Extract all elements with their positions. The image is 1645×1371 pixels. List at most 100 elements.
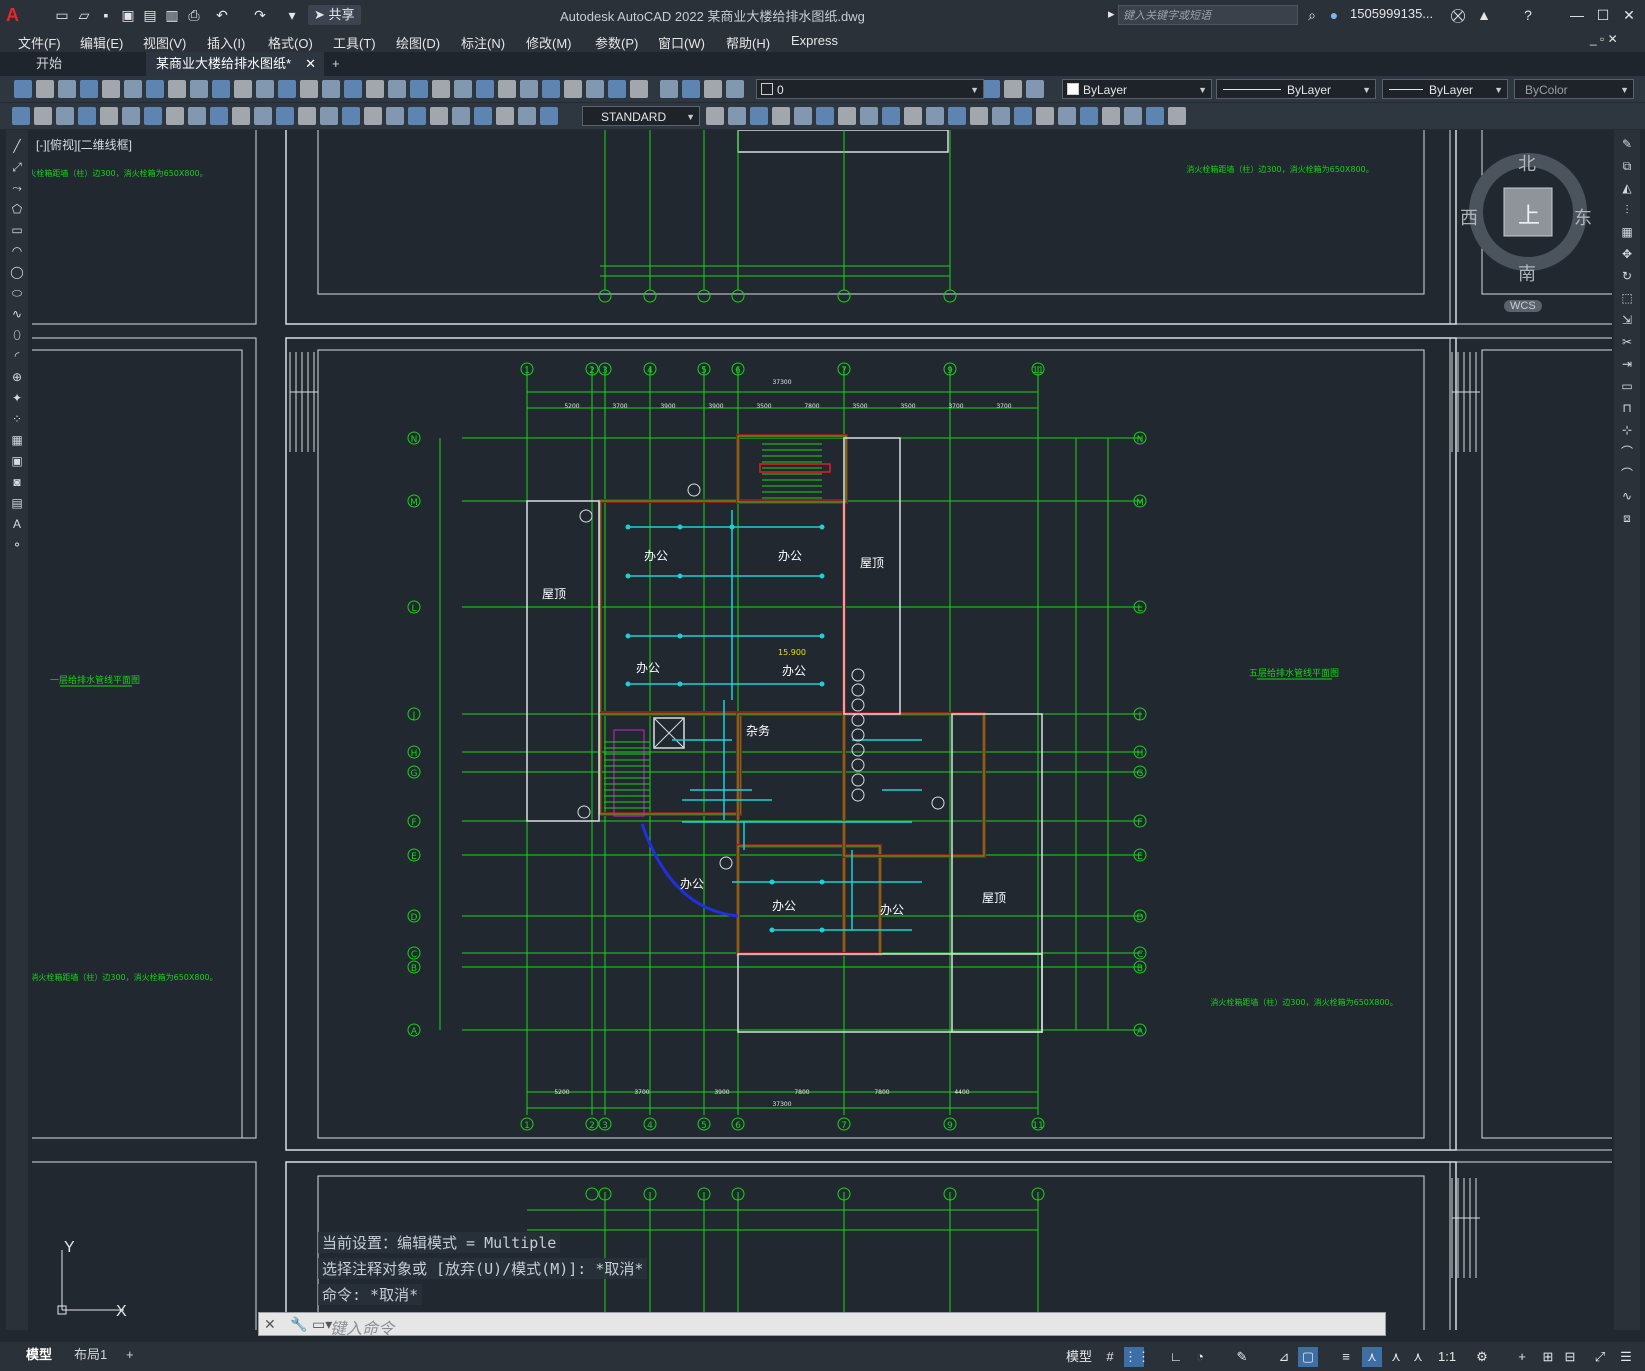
dimension-tool-icon[interactable] bbox=[816, 107, 834, 125]
help-icon[interactable]: ? bbox=[1518, 5, 1538, 25]
command-line[interactable] bbox=[258, 1312, 1386, 1336]
dimension-tool-icon[interactable] bbox=[474, 107, 492, 125]
menu-file[interactable]: 文件(F) bbox=[18, 33, 61, 52]
dimension-tool-icon[interactable] bbox=[992, 107, 1010, 125]
modify-tool-icon[interactable]: ⊓ bbox=[1619, 400, 1635, 416]
modify-tool-icon[interactable]: ⇲ bbox=[1619, 312, 1635, 328]
standard-tool-icon[interactable] bbox=[300, 80, 318, 98]
dimension-tool-icon[interactable] bbox=[1058, 107, 1076, 125]
color-dropdown[interactable]: ByLayer ▼ bbox=[1062, 79, 1212, 99]
modify-tool-icon[interactable]: ✂ bbox=[1619, 334, 1635, 350]
standard-tool-icon[interactable] bbox=[124, 80, 142, 98]
new-file-icon[interactable]: ▭ bbox=[52, 5, 72, 25]
units-icon[interactable]: ⊞ bbox=[1538, 1347, 1558, 1367]
modify-tool-icon[interactable]: ⌒ bbox=[1619, 444, 1635, 460]
standard-tool-icon[interactable] bbox=[454, 80, 472, 98]
modify-tool-icon[interactable]: ⊹ bbox=[1619, 422, 1635, 438]
tab-layout1[interactable]: 布局1 bbox=[66, 1344, 115, 1366]
clean-screen-icon[interactable]: ⤢ bbox=[1590, 1347, 1610, 1367]
draw-tool-icon[interactable]: ⚬ bbox=[9, 537, 25, 553]
standard-tool-icon[interactable] bbox=[234, 80, 252, 98]
standard-tool-icon[interactable] bbox=[146, 80, 164, 98]
dimension-tool-icon[interactable] bbox=[188, 107, 206, 125]
draw-tool-icon[interactable]: ⤳ bbox=[9, 180, 25, 196]
draw-tool-icon[interactable]: ∿ bbox=[9, 306, 25, 322]
drawing-canvas[interactable]: 1 1 2 2 3 3 4 4 5 5 6 6 7 7 9 9 11 11 N N M M L L J J H H G G F F E E D D C C… bbox=[32, 130, 1612, 1330]
modify-tool-icon[interactable]: ✎ bbox=[1619, 136, 1635, 152]
standard-tool-icon[interactable] bbox=[660, 80, 678, 98]
viewcube[interactable]: 北 南 东 西 上 WCS bbox=[1460, 150, 1592, 312]
draw-tool-icon[interactable]: A bbox=[9, 516, 25, 532]
standard-tool-icon[interactable] bbox=[564, 80, 582, 98]
dimension-tool-icon[interactable] bbox=[408, 107, 426, 125]
layer-dropdown[interactable]: 0 ▼ bbox=[756, 79, 984, 99]
viewport-controls[interactable]: [-][俯视][二维线框] bbox=[36, 136, 132, 153]
dimension-tool-icon[interactable] bbox=[12, 107, 30, 125]
annotation-scale-icon[interactable]: ⋏ bbox=[1408, 1347, 1428, 1367]
standard-tool-icon[interactable] bbox=[432, 80, 450, 98]
workspace-gear-icon[interactable]: ⚙ bbox=[1472, 1347, 1492, 1367]
standard-tool-icon[interactable] bbox=[212, 80, 230, 98]
standard-tool-icon[interactable] bbox=[14, 80, 32, 98]
dimension-tool-icon[interactable] bbox=[34, 107, 52, 125]
dimension-tool-icon[interactable] bbox=[232, 107, 250, 125]
a360-icon[interactable]: ▲ bbox=[1474, 5, 1494, 25]
dimension-tool-icon[interactable] bbox=[496, 107, 514, 125]
menu-help[interactable]: 帮助(H) bbox=[726, 33, 770, 52]
dimension-tool-icon[interactable] bbox=[926, 107, 944, 125]
dimension-tool-icon[interactable] bbox=[452, 107, 470, 125]
wcs-menu[interactable]: WCS bbox=[1504, 300, 1542, 312]
modify-tool-icon[interactable]: ⧉ bbox=[1619, 158, 1635, 174]
dimension-tool-icon[interactable] bbox=[1080, 107, 1098, 125]
standard-tool-icon[interactable] bbox=[344, 80, 362, 98]
modify-tool-icon[interactable]: ◭ bbox=[1619, 180, 1635, 196]
draw-tool-icon[interactable]: ⊕ bbox=[9, 369, 25, 385]
dimension-tool-icon[interactable] bbox=[122, 107, 140, 125]
standard-tool-icon[interactable] bbox=[704, 80, 722, 98]
annotation-visibility-icon[interactable]: ⋏ bbox=[1362, 1347, 1382, 1367]
modify-tool-icon[interactable]: ▭ bbox=[1619, 378, 1635, 394]
dimension-tool-icon[interactable] bbox=[210, 107, 228, 125]
standard-tool-icon[interactable] bbox=[58, 80, 76, 98]
standard-tool-icon[interactable] bbox=[36, 80, 54, 98]
command-customize-icon[interactable]: 🔧 bbox=[290, 1316, 307, 1333]
menu-window[interactable]: 窗口(W) bbox=[658, 33, 705, 52]
draw-tool-icon[interactable]: ⤢ bbox=[9, 159, 25, 175]
menu-modify[interactable]: 修改(M) bbox=[526, 33, 572, 52]
redo-icon[interactable]: ↷ bbox=[250, 5, 270, 25]
search-icon[interactable]: ⌕ bbox=[1302, 5, 1322, 25]
dimension-tool-icon[interactable] bbox=[320, 107, 338, 125]
standard-tool-icon[interactable] bbox=[256, 80, 274, 98]
user-icon[interactable]: ● bbox=[1324, 5, 1344, 25]
tab-start[interactable]: 开始 bbox=[26, 52, 72, 76]
draw-tool-icon[interactable]: ▣ bbox=[9, 453, 25, 469]
minimize-icon[interactable]: — bbox=[1566, 4, 1588, 26]
dimension-tool-icon[interactable] bbox=[364, 107, 382, 125]
dimension-tool-icon[interactable] bbox=[254, 107, 272, 125]
annotation-monitor-icon[interactable]: + bbox=[1512, 1347, 1532, 1367]
draw-tool-icon[interactable]: ◠ bbox=[9, 243, 25, 259]
modify-tool-icon[interactable]: ⫶ bbox=[1619, 202, 1635, 218]
lineweight-icon[interactable]: ≡ bbox=[1336, 1347, 1356, 1367]
standard-tool-icon[interactable] bbox=[388, 80, 406, 98]
dimension-tool-icon[interactable] bbox=[518, 107, 536, 125]
dimension-tool-icon[interactable] bbox=[750, 107, 768, 125]
linetype-dropdown[interactable]: ByLayer ▼ bbox=[1216, 79, 1376, 99]
draw-tool-icon[interactable]: ◜ bbox=[9, 348, 25, 364]
standard-tool-icon[interactable] bbox=[630, 80, 648, 98]
modify-tool-icon[interactable]: ⧈ bbox=[1619, 510, 1635, 526]
dimension-tool-icon[interactable] bbox=[706, 107, 724, 125]
modify-tool-icon[interactable]: ✥ bbox=[1619, 246, 1635, 262]
draw-tool-icon[interactable]: ╱ bbox=[9, 138, 25, 154]
otrack-icon[interactable]: ▢ bbox=[1298, 1347, 1318, 1367]
draw-tool-icon[interactable]: ▤ bbox=[9, 495, 25, 511]
dimension-tool-icon[interactable] bbox=[794, 107, 812, 125]
cart-icon[interactable]: ⛒ bbox=[1448, 5, 1468, 25]
dimension-tool-icon[interactable] bbox=[728, 107, 746, 125]
polar-icon[interactable]: ◔ bbox=[1190, 1347, 1210, 1367]
dimension-tool-icon[interactable] bbox=[386, 107, 404, 125]
open-file-icon[interactable]: ▱ bbox=[74, 5, 94, 25]
dimension-tool-icon[interactable] bbox=[904, 107, 922, 125]
customization-icon[interactable]: ☰ bbox=[1616, 1347, 1636, 1367]
standard-tool-icon[interactable] bbox=[682, 80, 700, 98]
